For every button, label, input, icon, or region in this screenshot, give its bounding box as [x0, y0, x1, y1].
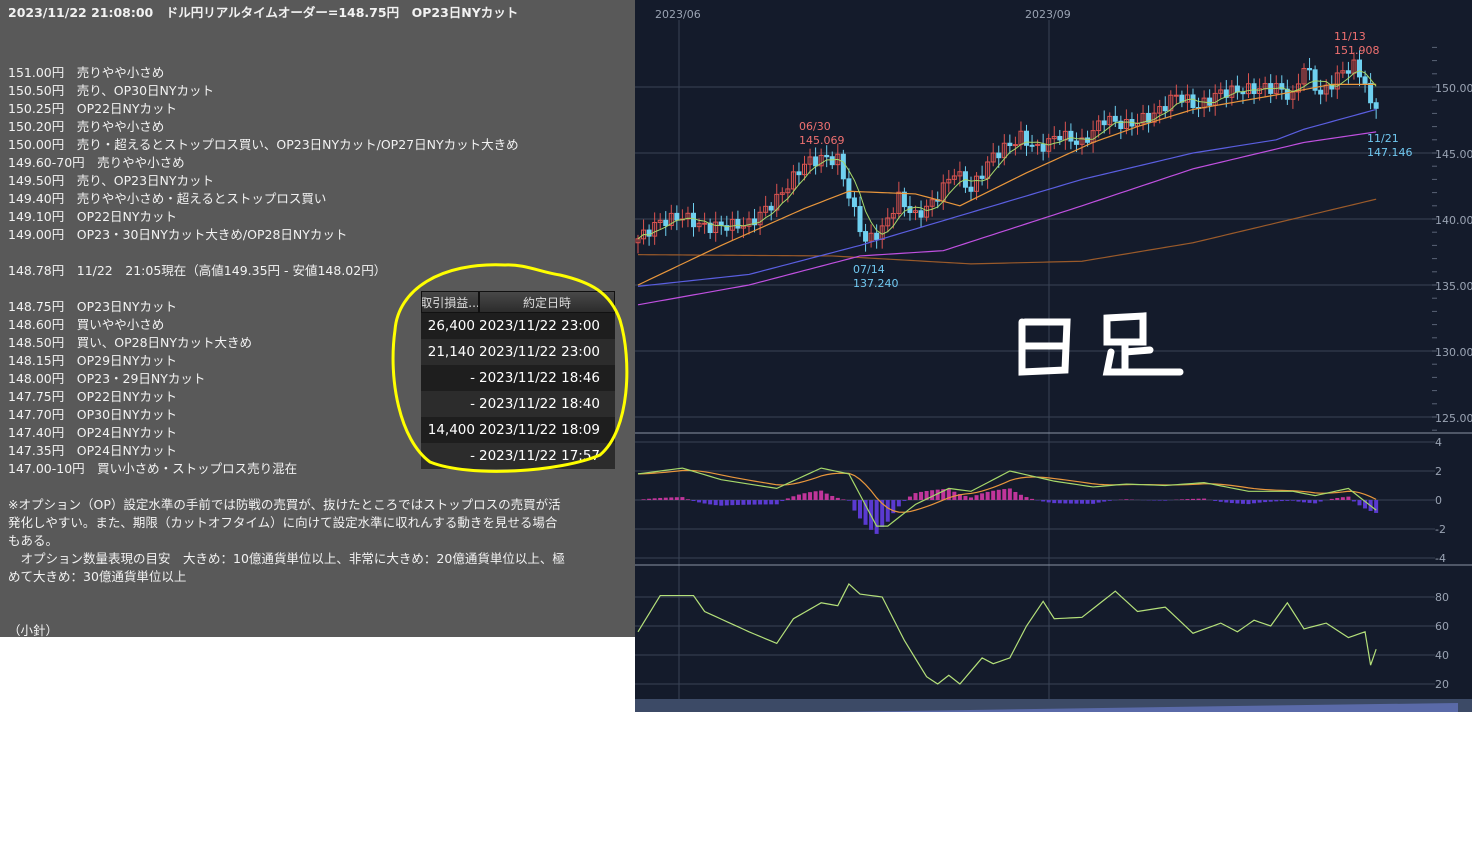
- yellow-freehand-circle: [391, 263, 629, 473]
